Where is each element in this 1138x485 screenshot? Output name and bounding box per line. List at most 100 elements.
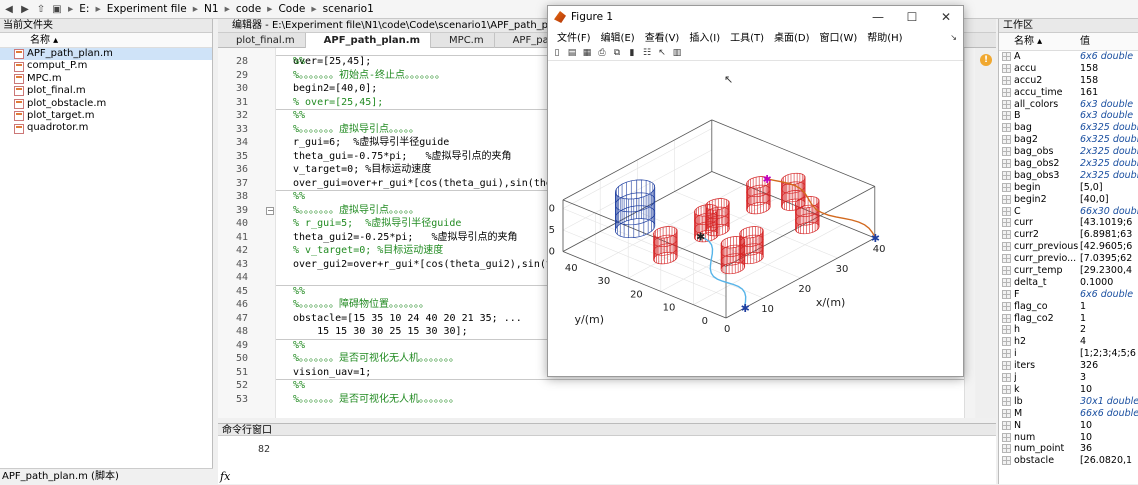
crumb-n1[interactable]: N1 — [202, 3, 221, 15]
workspace-variable[interactable]: bag_obs3 2x325 double — [999, 170, 1138, 182]
tab-apf-path-plan[interactable]: APF_path_plan.m — [305, 33, 432, 48]
cylinder-ring — [720, 253, 746, 266]
variable-name: k — [1014, 383, 1020, 395]
line-number: 42 — [235, 245, 248, 256]
open-file-icon[interactable]: ▤ — [566, 47, 578, 59]
workspace-variable[interactable]: all_colors 6x3 double — [999, 99, 1138, 111]
legend-icon[interactable]: ☷ — [641, 47, 653, 59]
workspace-variable[interactable]: begin2 [40,0] — [999, 194, 1138, 206]
workspace-variable[interactable]: curr_previo... [7.0395;62 — [999, 253, 1138, 265]
crumb-code[interactable]: code — [234, 3, 263, 15]
workspace-variable[interactable]: M 66x6 double — [999, 408, 1138, 420]
maximize-button[interactable]: ☐ — [895, 10, 929, 24]
workspace-variable[interactable]: iters 326 — [999, 360, 1138, 372]
crumb-drive[interactable]: E: — [77, 3, 91, 15]
file-item[interactable]: plot_target.m — [0, 110, 212, 122]
workspace-variable[interactable]: accu_time 161 — [999, 87, 1138, 99]
workspace-variable[interactable]: begin [5,0] — [999, 182, 1138, 194]
workspace-variable[interactable]: j3 — [999, 372, 1138, 384]
workspace-variable[interactable]: bag2 6x325 double — [999, 134, 1138, 146]
warning-icon[interactable]: ! — [980, 54, 992, 66]
command-window[interactable]: 82 fx — [218, 436, 996, 484]
variable-name: curr — [1014, 217, 1033, 229]
file-item[interactable]: APF_path_plan.m — [0, 48, 212, 61]
workspace-variable[interactable]: bag 6x325 double — [999, 122, 1138, 134]
workspace-variable[interactable]: curr_temp [29.2300,4 — [999, 265, 1138, 277]
file-item[interactable]: plot_obstacle.m — [0, 98, 212, 110]
workspace-variable[interactable]: obstacle [26.0820,1 — [999, 455, 1138, 467]
workspace-variable[interactable]: A 6x6 double — [999, 51, 1138, 63]
new-figure-icon[interactable]: ▯ — [551, 47, 563, 59]
name-column-header[interactable]: 名称 ▴ — [0, 33, 212, 48]
menu-help[interactable]: 帮助(H) — [862, 29, 907, 44]
save-icon[interactable]: ▦ — [581, 47, 593, 59]
file-item[interactable]: MPC.m — [0, 73, 212, 85]
crumb-experiment-file[interactable]: Experiment file — [105, 3, 189, 15]
editor-scrollbar[interactable] — [964, 48, 975, 418]
workspace-variable[interactable]: B 6x3 double — [999, 110, 1138, 122]
menu-edit[interactable]: 编辑(E) — [596, 29, 640, 44]
workspace-variable[interactable]: k 10 — [999, 384, 1138, 396]
tab-plot-final[interactable]: plot_final.m — [218, 33, 306, 48]
plot-3d-axes[interactable]: 010203040010203040500510x/(m)y/(m)z/(m) … — [548, 61, 963, 376]
file-item[interactable]: quadrotor.m — [0, 122, 212, 134]
fold-toggle-icon[interactable]: − — [266, 206, 274, 215]
file-name: MPC.m — [27, 72, 62, 84]
workspace-variable[interactable]: h2 — [999, 324, 1138, 336]
pointer-icon[interactable]: ↖ — [656, 47, 668, 59]
variable-value: 2x325 double — [1080, 146, 1138, 158]
menu-tools[interactable]: 工具(T) — [725, 29, 769, 44]
print-icon[interactable]: ⎙ — [596, 47, 608, 59]
workspace-variable[interactable]: num_point 36 — [999, 443, 1138, 455]
code-text: % v_target=0; %目标运动速度 — [293, 245, 444, 256]
figure-titlebar[interactable]: Figure 1 — ☐ ✕ — [548, 6, 963, 28]
matrix-icon — [1002, 218, 1011, 228]
back-icon[interactable]: ◀ — [2, 2, 16, 16]
workspace-variable[interactable]: F 6x6 double — [999, 289, 1138, 301]
workspace-variable[interactable]: accu 158 — [999, 63, 1138, 75]
crumb-code2[interactable]: Code — [276, 3, 307, 15]
forward-icon[interactable]: ▶ — [18, 2, 32, 16]
link-plot-icon[interactable]: ⧉ — [611, 47, 623, 59]
workspace-variable[interactable]: curr2 [6.8981;63 — [999, 229, 1138, 241]
workspace-variable[interactable]: num 10 — [999, 432, 1138, 444]
workspace-variable[interactable]: accu2 158 — [999, 75, 1138, 87]
colorbar-icon[interactable]: ▮ — [626, 47, 638, 59]
menu-insert[interactable]: 插入(I) — [684, 29, 725, 44]
file-item[interactable]: comput_P.m — [0, 60, 212, 72]
variable-name: lb — [1014, 395, 1023, 407]
file-item[interactable]: plot_final.m — [0, 85, 212, 97]
dock-pin-icon[interactable]: ↘ — [950, 33, 957, 42]
workspace-variable[interactable]: curr_previous [42.9605;6 — [999, 241, 1138, 253]
workspace-variable[interactable]: flag_co 1 — [999, 301, 1138, 313]
workspace-variable[interactable]: curr [43.1019;6 — [999, 217, 1138, 229]
workspace-variable[interactable]: bag_obs2 2x325 double — [999, 158, 1138, 170]
up-folder-icon[interactable]: ⇧ — [34, 2, 48, 16]
browse-folder-icon[interactable]: ▣ — [50, 2, 64, 16]
workspace-name-header[interactable]: 名称 ▴ — [1014, 33, 1080, 50]
workspace-variable[interactable]: lb 30x1 double — [999, 396, 1138, 408]
crumb-scenario1[interactable]: scenario1 — [321, 3, 376, 15]
m-file-icon — [14, 86, 24, 97]
workspace-variable[interactable]: C 66x30 double — [999, 206, 1138, 218]
workspace-value-header[interactable]: 值 — [1080, 33, 1138, 50]
workspace-variable[interactable]: bag_obs 2x325 double — [999, 146, 1138, 158]
workspace-variable[interactable]: h2 4 — [999, 336, 1138, 348]
tab-mpc[interactable]: MPC.m — [431, 33, 495, 48]
menu-file[interactable]: 文件(F) — [552, 29, 596, 44]
workspace-variable[interactable]: i [1;2;3;4;5;6 — [999, 348, 1138, 360]
menu-view[interactable]: 查看(V) — [640, 29, 685, 44]
close-button[interactable]: ✕ — [929, 10, 963, 24]
variable-value: 66x6 double — [1080, 407, 1138, 419]
minimize-button[interactable]: — — [861, 10, 895, 24]
workspace-variable[interactable]: N 10 — [999, 420, 1138, 432]
workspace-variable[interactable]: delta_t 0.1000 — [999, 277, 1138, 289]
workspace-variable[interactable]: flag_co2 1 — [999, 313, 1138, 325]
menu-desktop[interactable]: 桌面(D) — [769, 29, 815, 44]
variable-value: 326 — [1080, 360, 1099, 372]
line-number: 34 — [235, 137, 248, 148]
menu-window[interactable]: 窗口(W) — [815, 29, 863, 44]
variable-value: [1;2;3;4;5;6 — [1080, 348, 1136, 360]
property-editor-icon[interactable]: ▥ — [671, 47, 683, 59]
variable-name: accu2 — [1014, 74, 1043, 86]
